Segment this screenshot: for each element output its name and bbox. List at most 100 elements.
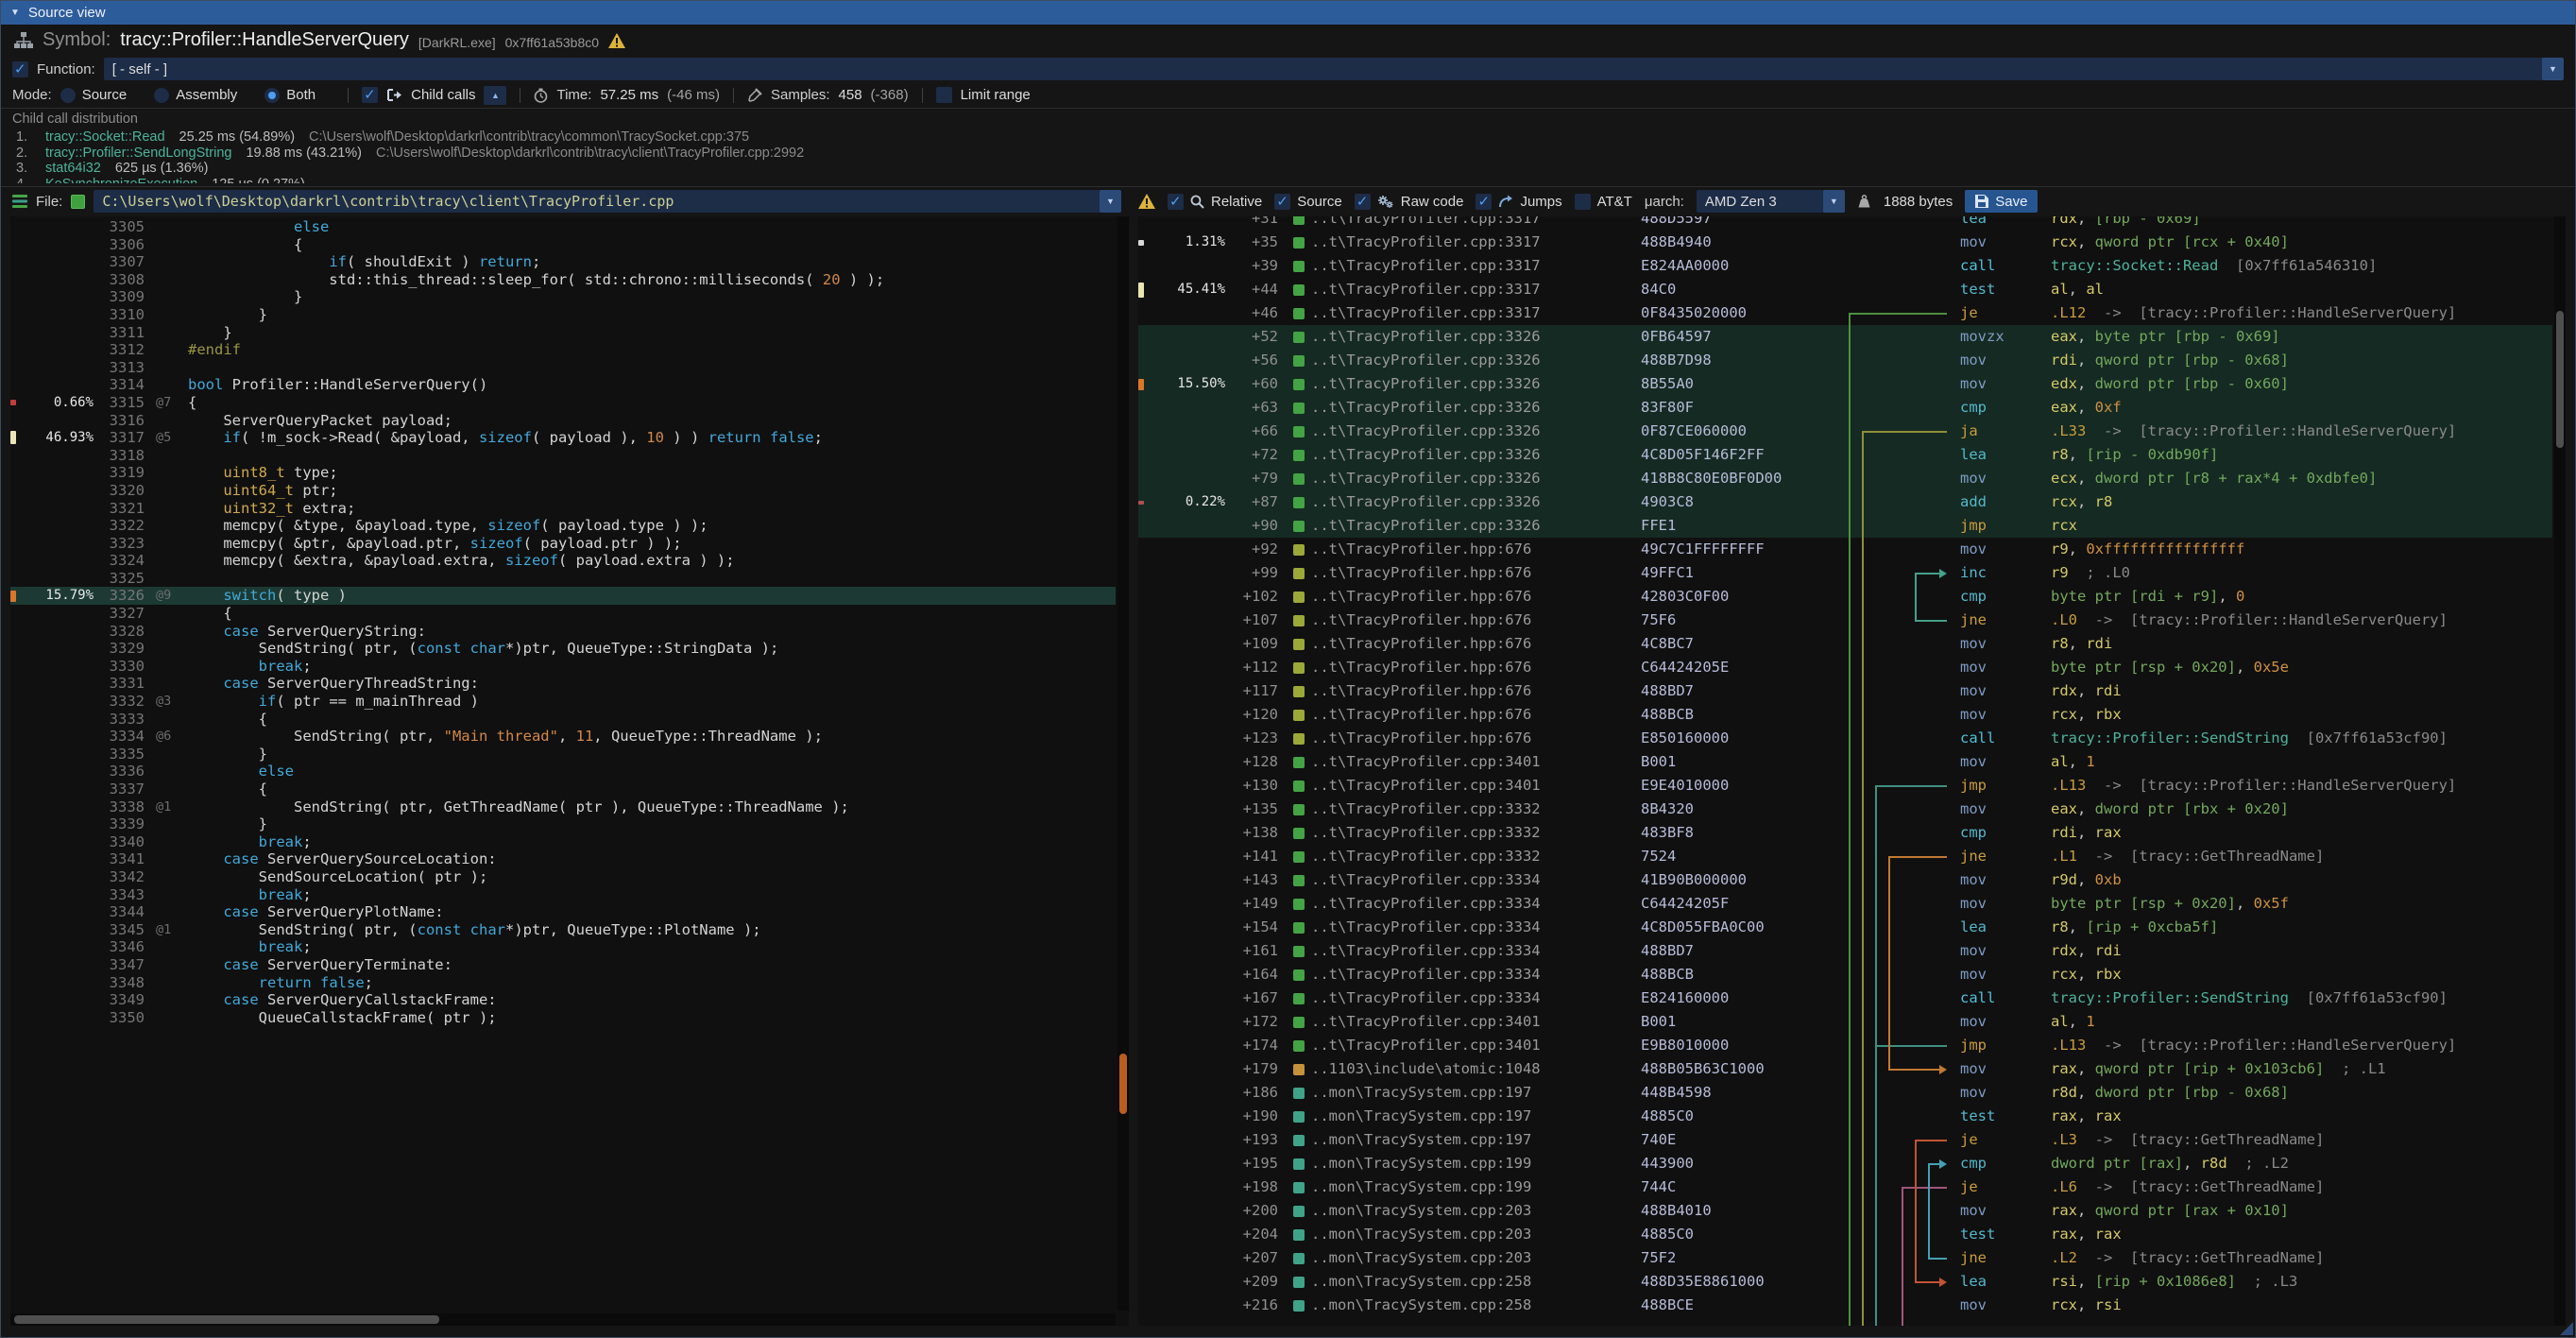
asm-source-location[interactable]: ..t\TracyProfiler.cpp:3326 [1278,420,1641,443]
raw-code-toggle[interactable]: Raw code [1355,194,1464,210]
asm-source-location[interactable]: ..t\TracyProfiler.cpp:3317 [1278,216,1641,231]
scrollbar-thumb[interactable] [2556,311,2564,448]
source-line[interactable]: 3308 std::this_thread::sleep_for( std::c… [10,271,1116,289]
asm-source-location[interactable]: ..t\TracyProfiler.hpp:676 [1278,727,1641,750]
asm-row[interactable]: +154..t\TracyProfiler.cpp:33344C8D055FBA… [1138,916,2552,939]
child-calls-checkbox[interactable] [362,87,378,103]
relative-toggle[interactable]: Relative [1168,194,1262,210]
source-line[interactable]: 3309 } [10,288,1116,306]
source-line[interactable]: 3348 return false; [10,974,1116,992]
asm-source-location[interactable]: ..t\TracyProfiler.cpp:3401 [1278,1034,1641,1057]
source-line[interactable]: 3323 memcpy( &ptr, &payload.ptr, sizeof(… [10,535,1116,553]
limit-range-checkbox[interactable] [936,87,952,103]
asm-row[interactable]: +174..t\TracyProfiler.cpp:3401E9B8010000… [1138,1034,2552,1057]
source-line[interactable]: 3319 uint8_t type; [10,464,1116,482]
chevron-down-icon[interactable]: ▼ [1823,190,1845,213]
mode-source-radio[interactable]: Source [60,87,128,103]
asm-row[interactable]: +200..mon\TracySystem.cpp:203488B4010mov… [1138,1199,2552,1223]
asm-row[interactable]: +39..t\TracyProfiler.cpp:3317E824AA0000c… [1138,254,2552,278]
source-line[interactable]: 46.93%3317@5 if( !m_sock->Read( &payload… [10,429,1116,447]
asm-source-location[interactable]: ..t\TracyProfiler.cpp:3326 [1278,490,1641,514]
radio-icon[interactable] [154,88,169,103]
asm-source-location[interactable]: ..t\TracyProfiler.cpp:3317 [1278,278,1641,301]
child-call-entry[interactable]: 4.KeSynchronizeExecution125 µs (0.27%) [12,177,2564,184]
source-line[interactable]: 3342 SendSourceLocation( ptr ); [10,868,1116,886]
child-call-distribution-title[interactable]: Child call distribution [12,112,2564,129]
asm-source-location[interactable]: ..t\TracyProfiler.cpp:3326 [1278,467,1641,490]
asm-row[interactable]: +90..t\TracyProfiler.cpp:3326FFE1jmprcx [1138,514,2552,538]
assembly-vertical-scrollbar[interactable] [2554,216,2566,1326]
asm-source-location[interactable]: ..t\TracyProfiler.hpp:676 [1278,656,1641,679]
asm-source-location[interactable]: ..t\TracyProfiler.cpp:3334 [1278,868,1641,892]
asm-row[interactable]: +172..t\TracyProfiler.cpp:3401B001moval,… [1138,1010,2552,1034]
source-line[interactable]: 3349 case ServerQueryCallstackFrame: [10,991,1116,1009]
source-line[interactable]: 3347 case ServerQueryTerminate: [10,956,1116,974]
asm-source-location[interactable]: ..t\TracyProfiler.hpp:676 [1278,585,1641,609]
asm-row[interactable]: +102..t\TracyProfiler.hpp:67642803C0F00c… [1138,585,2552,609]
source-line[interactable]: 3350 QueueCallstackFrame( ptr ); [10,1009,1116,1027]
source-line[interactable]: 3327 { [10,605,1116,623]
source-line[interactable]: 0.66%3315@7{ [10,394,1116,412]
asm-source-location[interactable]: ..t\TracyProfiler.cpp:3326 [1278,325,1641,349]
source-vertical-scrollbar[interactable] [1117,216,1129,1311]
asm-source-location[interactable]: ..t\TracyProfiler.cpp:3317 [1278,254,1641,278]
asm-row[interactable]: +52..t\TracyProfiler.cpp:33260FB64597mov… [1138,325,2552,349]
asm-source-location[interactable]: ..t\TracyProfiler.cpp:3326 [1278,349,1641,372]
jumps-toggle[interactable]: Jumps [1476,194,1561,210]
asm-source-location[interactable]: ..t\TracyProfiler.hpp:676 [1278,561,1641,585]
source-line[interactable]: 3321 uint32_t extra; [10,500,1116,518]
asm-row[interactable]: +190..mon\TracySystem.cpp:1974885C0testr… [1138,1105,2552,1128]
asm-row[interactable]: +164..t\TracyProfiler.cpp:3334488BCBmovr… [1138,963,2552,986]
source-line[interactable]: 3333 { [10,711,1116,729]
chevron-down-icon[interactable]: ▼ [2542,58,2564,80]
titlebar[interactable]: ▼ Source view [1,1,2575,25]
asm-row[interactable]: +123..t\TracyProfiler.hpp:676E850160000c… [1138,727,2552,750]
child-call-entry[interactable]: 1.tracy::Socket::Read25.25 ms (54.89%)C:… [12,129,2564,146]
asm-row[interactable]: +207..mon\TracySystem.cpp:20375F2jne.L2 … [1138,1246,2552,1270]
asm-row[interactable]: +66..t\TracyProfiler.cpp:33260F87CE06000… [1138,420,2552,443]
file-combo[interactable]: C:\Users\wolf\Desktop\darkrl\contrib\tra… [94,190,1121,213]
propagate-up-button[interactable]: ▲ [484,86,506,105]
asm-row[interactable]: +179..1103\include\atomic:1048488B05B63C… [1138,1057,2552,1081]
asm-row[interactable]: +167..t\TracyProfiler.cpp:3334E824160000… [1138,986,2552,1010]
asm-row[interactable]: +138..t\TracyProfiler.cpp:3332483BF8cmpr… [1138,821,2552,845]
asm-row[interactable]: +109..t\TracyProfiler.hpp:6764C8BC7movr8… [1138,632,2552,656]
mode-both-radio[interactable]: Both [264,87,316,103]
source-line[interactable]: 3312#endif [10,341,1116,359]
asm-source-location[interactable]: ..mon\TracySystem.cpp:197 [1278,1128,1641,1152]
asm-row[interactable]: +193..mon\TracySystem.cpp:197740Eje.L3 -… [1138,1128,2552,1152]
asm-row[interactable]: +195..mon\TracySystem.cpp:199443900cmpdw… [1138,1152,2552,1175]
asm-source-location[interactable]: ..t\TracyProfiler.cpp:3401 [1278,1010,1641,1034]
asm-source-location[interactable]: ..mon\TracySystem.cpp:258 [1278,1294,1641,1317]
asm-source-location[interactable]: ..t\TracyProfiler.cpp:3332 [1278,798,1641,821]
asm-row[interactable]: +92..t\TracyProfiler.hpp:67649C7C1FFFFFF… [1138,538,2552,561]
asm-source-location[interactable]: ..t\TracyProfiler.cpp:3334 [1278,916,1641,939]
source-line[interactable]: 3328 case ServerQueryString: [10,623,1116,641]
source-line[interactable]: 3335 } [10,746,1116,763]
asm-row[interactable]: +99..t\TracyProfiler.hpp:67649FFC1incr9 … [1138,561,2552,585]
save-button[interactable]: Save [1965,190,2038,213]
source-line[interactable]: 3313 [10,359,1116,377]
source-pane[interactable]: 3305 else3306 {3307 if( shouldExit ) ret… [10,216,1129,1326]
radio-icon[interactable] [60,88,76,103]
source-line[interactable]: 15.79%3326@9 switch( type ) [10,587,1116,605]
asm-source-location[interactable]: ..mon\TracySystem.cpp:199 [1278,1175,1641,1199]
source-line[interactable]: 3324 memcpy( &extra, &payload.extra, siz… [10,552,1116,570]
asm-row[interactable]: 15.50%+60..t\TracyProfiler.cpp:33268B55A… [1138,372,2552,396]
asm-row[interactable]: +117..t\TracyProfiler.hpp:676488BD7movrd… [1138,679,2552,703]
asm-source-location[interactable]: ..t\TracyProfiler.cpp:3401 [1278,774,1641,798]
source-line[interactable]: 3338@1 SendString( ptr, GetThreadName( p… [10,798,1116,816]
source-horizontal-scrollbar[interactable] [10,1313,1116,1326]
source-line[interactable]: 3320 uint64_t ptr; [10,482,1116,500]
source-line[interactable]: 3331 case ServerQueryThreadString: [10,675,1116,693]
source-line[interactable]: 3339 } [10,815,1116,833]
asm-row[interactable]: +128..t\TracyProfiler.cpp:3401B001moval,… [1138,750,2552,774]
asm-source-location[interactable]: ..mon\TracySystem.cpp:203 [1278,1223,1641,1246]
asm-source-location[interactable]: ..mon\TracySystem.cpp:199 [1278,1152,1641,1175]
source-line[interactable]: 3341 case ServerQuerySourceLocation: [10,850,1116,868]
source-line[interactable]: 3307 if( shouldExit ) return; [10,253,1116,271]
asm-source-location[interactable]: ..t\TracyProfiler.cpp:3326 [1278,514,1641,538]
assembly-pane[interactable]: +31..t\TracyProfiler.cpp:3317488D5597lea… [1138,216,2566,1326]
asm-row[interactable]: +161..t\TracyProfiler.cpp:3334488BD7movr… [1138,939,2552,963]
asm-source-location[interactable]: ..t\TracyProfiler.hpp:676 [1278,703,1641,727]
